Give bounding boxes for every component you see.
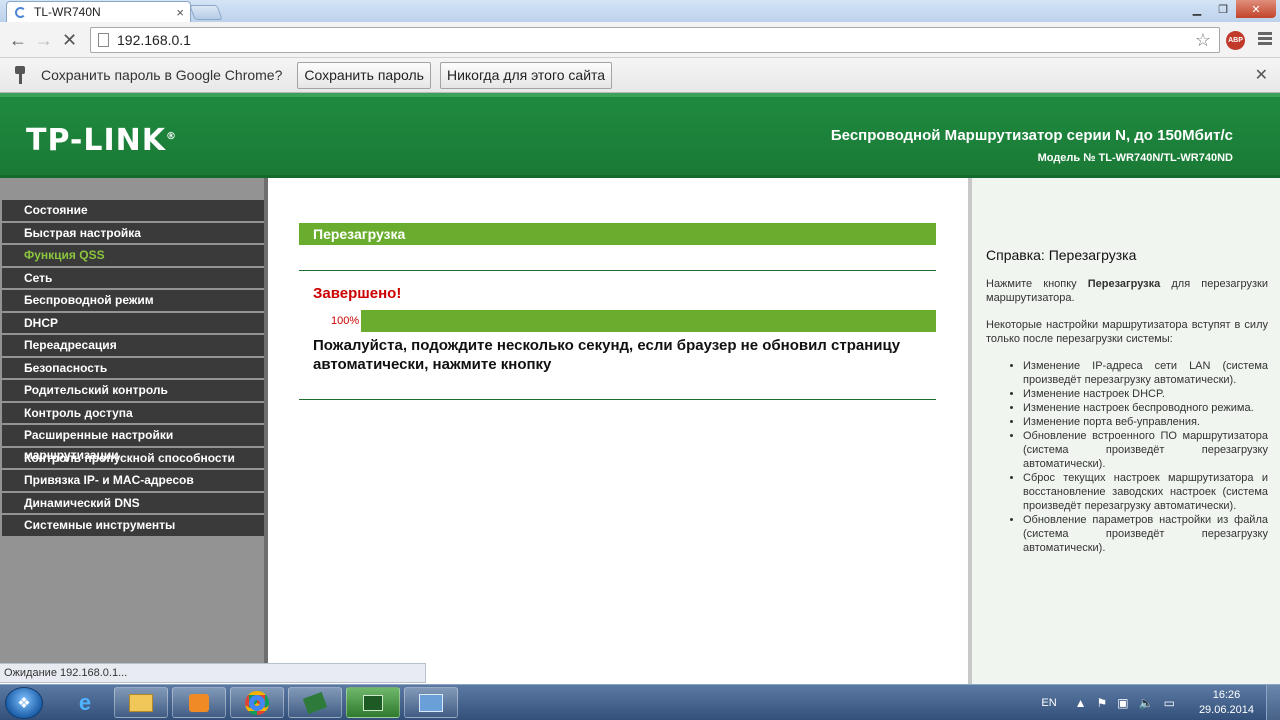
router-menu: Состояние Быстрая настройка Функция QSS …	[0, 178, 268, 665]
action-center-flag-icon[interactable]: ⚑	[1097, 696, 1108, 710]
start-button[interactable]: ❖	[5, 687, 43, 719]
chrome-icon[interactable]	[230, 687, 284, 718]
system-tray: EN ▲ ⚑ ▣ 🔈 ▭ 16:26 29.06.2014	[1041, 685, 1280, 720]
window-controls: ▁ ❐ ✕	[1184, 0, 1276, 18]
help-note: Некоторые настройки маршрутизатора вступ…	[986, 319, 1268, 345]
network-icon[interactable]: ▣	[1117, 696, 1128, 710]
browser-toolbar: ← → ✕ ☆ ABP	[0, 22, 1280, 58]
windows-taskbar: ❖ e EN ▲ ⚑ ▣ 🔈 ▭ 16:26 29.06.2014	[0, 684, 1280, 720]
forward-arrow-icon[interactable]: →	[35, 30, 53, 50]
help-list-item: Изменение порта веб-управления.	[1023, 415, 1268, 429]
menu-item-forwarding[interactable]: Переадресация	[2, 335, 264, 358]
power-icon[interactable]: ▭	[1164, 696, 1175, 710]
help-list-item: Изменение IP-адреса сети LAN (система пр…	[1023, 359, 1268, 387]
menu-item-quick-setup[interactable]: Быстрая настройка	[2, 222, 264, 245]
menu-item-ddns[interactable]: Динамический DNS	[2, 492, 264, 515]
close-window-button[interactable]: ✕	[1236, 0, 1276, 18]
clock-time: 16:26	[1212, 689, 1241, 701]
never-for-site-button[interactable]: Никогда для этого сайта	[439, 61, 613, 89]
reboot-status: Завершено!	[313, 285, 402, 302]
help-list-item: Изменение настроек DHCP.	[1023, 387, 1268, 401]
help-intro: Нажмите кнопку Перезагрузка для перезагр…	[986, 278, 1268, 304]
help-list-item: Обновление встроенного ПО маршрутизатора…	[1023, 429, 1268, 471]
help-list-item: Изменение настроек беспроводного режима.	[1023, 401, 1268, 415]
new-tab-button[interactable]	[189, 5, 223, 20]
menu-item-status[interactable]: Состояние	[2, 200, 264, 223]
chrome-menu-icon[interactable]	[1258, 32, 1272, 47]
tab-title: TL-WR740N	[34, 5, 101, 19]
browser-status-bubble: Ожидание 192.168.0.1...	[0, 663, 426, 683]
menu-item-wireless[interactable]: Беспроводной режим	[2, 290, 264, 313]
help-list-item: Обновление параметров настройки из файла…	[1023, 513, 1268, 555]
address-input[interactable]	[117, 32, 1195, 48]
help-title: Справка: Перезагрузка	[986, 247, 1137, 263]
adblock-plus-icon[interactable]: ABP	[1226, 31, 1245, 50]
key-icon	[15, 66, 25, 84]
back-arrow-icon[interactable]: ←	[9, 30, 27, 50]
show-hidden-icons-icon[interactable]: ▲	[1075, 696, 1087, 710]
menu-item-ip-mac-binding[interactable]: Привязка IP- и MAC-адресов	[2, 470, 264, 493]
app-icon[interactable]	[288, 687, 342, 718]
file-explorer-icon[interactable]	[114, 687, 168, 718]
save-password-button[interactable]: Сохранить пароль	[297, 61, 431, 89]
recorder-app-icon[interactable]	[346, 687, 400, 718]
windows-logo-icon: ❖	[17, 695, 31, 712]
router-header: TP-LINK® Беспроводной Маршрутизатор сери…	[0, 93, 1280, 178]
divider	[299, 270, 936, 271]
router-model: Модель № TL-WR740N/TL-WR740ND	[1037, 152, 1233, 164]
maximize-button[interactable]: ❐	[1210, 0, 1236, 18]
infobar-close-icon[interactable]: ✕	[1255, 65, 1268, 85]
internet-explorer-icon[interactable]: e	[58, 687, 112, 718]
infobar-message: Сохранить пароль в Google Chrome?	[41, 67, 283, 83]
volume-icon[interactable]: 🔈	[1139, 696, 1154, 710]
divider	[299, 399, 936, 400]
stop-loading-icon[interactable]: ✕	[62, 30, 77, 50]
minimize-button[interactable]: ▁	[1184, 0, 1210, 18]
reboot-progress-bar	[361, 310, 936, 332]
screenshot-app-icon[interactable]	[404, 687, 458, 718]
save-password-infobar: Сохранить пароль в Google Chrome? Сохран…	[0, 58, 1280, 93]
progress-fill	[361, 310, 936, 332]
wait-message: Пожалуйста, подождите несколько секунд, …	[313, 337, 901, 373]
section-title: Перезагрузка	[299, 223, 936, 245]
show-desktop-button[interactable]	[1266, 685, 1280, 720]
menu-item-dhcp[interactable]: DHCP	[2, 312, 264, 335]
clock-date: 29.06.2014	[1198, 704, 1254, 716]
clock[interactable]: 16:26 29.06.2014	[1199, 688, 1254, 718]
router-title: Беспроводной Маршрутизатор серии N, до 1…	[830, 127, 1233, 144]
menu-item-security[interactable]: Безопасность	[2, 357, 264, 380]
menu-item-system-tools[interactable]: Системные инструменты	[2, 515, 264, 538]
help-list: Изменение IP-адреса сети LAN (система пр…	[986, 359, 1268, 555]
media-player-icon[interactable]	[172, 687, 226, 718]
loading-spinner-icon	[15, 6, 26, 18]
bookmark-star-icon[interactable]: ☆	[1195, 30, 1211, 51]
menu-item-qss[interactable]: Функция QSS	[2, 245, 264, 268]
menu-item-network[interactable]: Сеть	[2, 267, 264, 290]
browser-titlebar: TL-WR740N × ▁ ❐ ✕	[0, 0, 1280, 22]
address-bar[interactable]: ☆	[90, 27, 1220, 53]
progress-percent: 100%	[331, 315, 360, 327]
language-indicator[interactable]: EN	[1041, 697, 1056, 709]
menu-item-advanced-routing[interactable]: Расширенные настройки маршрутизации	[2, 425, 264, 462]
menu-item-bandwidth-control[interactable]: Контроль пропускной способности	[2, 447, 264, 470]
tab-close-icon[interactable]: ×	[176, 5, 184, 20]
page-icon	[98, 33, 109, 47]
help-list-item: Сброс текущих настроек маршрутизатора и …	[1023, 471, 1268, 513]
menu-item-parental-control[interactable]: Родительский контроль	[2, 380, 264, 403]
menu-item-access-control[interactable]: Контроль доступа	[2, 402, 264, 425]
browser-tab[interactable]: TL-WR740N ×	[6, 1, 191, 22]
tplink-logo: TP-LINK®	[26, 123, 178, 158]
reboot-content: Перезагрузка Завершено! 100% Пожалуйста,…	[268, 178, 968, 685]
help-panel: Справка: Перезагрузка Нажмите кнопку Пер…	[968, 178, 1280, 685]
